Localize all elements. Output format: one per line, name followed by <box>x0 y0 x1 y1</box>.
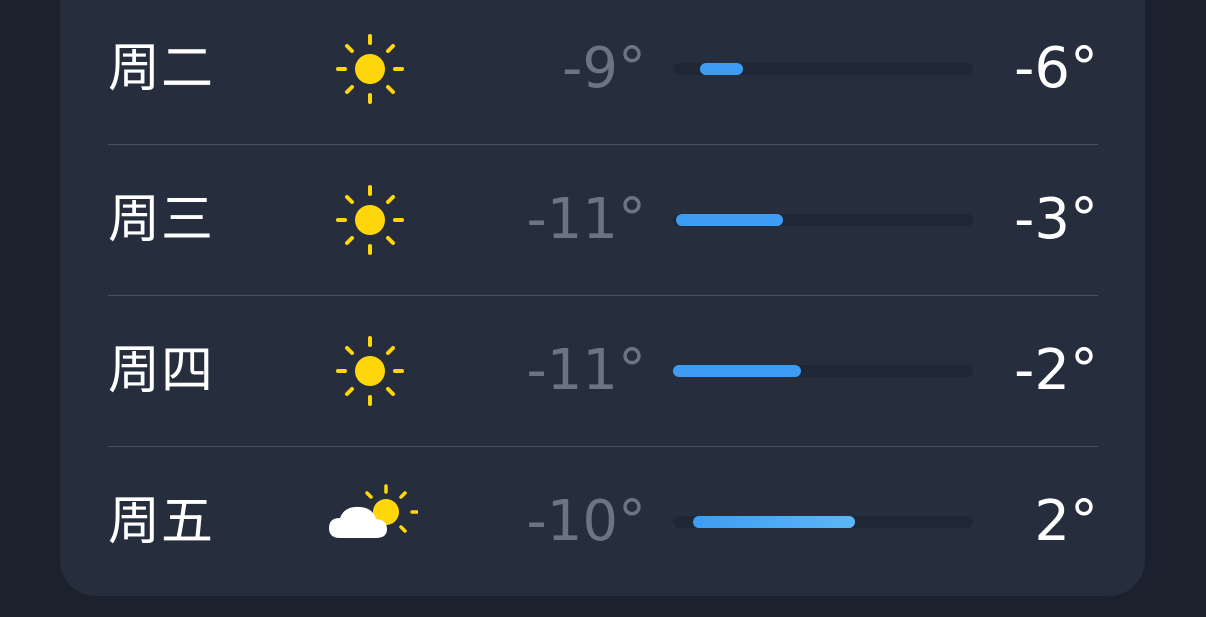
forecast-row[interactable]: 周五 -10° 2° <box>108 447 1098 597</box>
temperature-range-fill <box>693 516 855 528</box>
low-temperature: -11° <box>526 338 646 403</box>
high-temperature: -6° <box>1014 36 1098 101</box>
sun-icon <box>328 29 418 109</box>
day-label: 周二 <box>108 39 215 99</box>
temperature-range-bar <box>673 516 973 528</box>
day-label: 周三 <box>108 190 215 250</box>
high-temperature: 2° <box>1034 489 1098 554</box>
day-label: 周四 <box>108 341 215 401</box>
partly-cloudy-icon <box>328 482 420 562</box>
temperature-range-bar <box>673 365 973 377</box>
low-temperature: -11° <box>526 187 646 252</box>
forecast-row[interactable]: 周四 -11° -2° <box>108 296 1098 446</box>
sun-icon <box>328 180 418 260</box>
forecast-row[interactable]: 周二 -9° -6° <box>108 0 1098 144</box>
temperature-range-fill <box>700 63 743 75</box>
high-temperature: -3° <box>1014 187 1098 252</box>
low-temperature: -10° <box>526 489 646 554</box>
forecast-row[interactable]: 周三 -11° -3° <box>108 145 1098 295</box>
temperature-range-fill <box>673 365 801 377</box>
temperature-range-bar <box>673 214 973 226</box>
low-temperature: -9° <box>562 36 646 101</box>
high-temperature: -2° <box>1014 338 1098 403</box>
day-label: 周五 <box>108 492 215 552</box>
temperature-range-bar <box>673 63 973 75</box>
temperature-range-fill <box>676 214 783 226</box>
sun-icon <box>328 331 418 411</box>
